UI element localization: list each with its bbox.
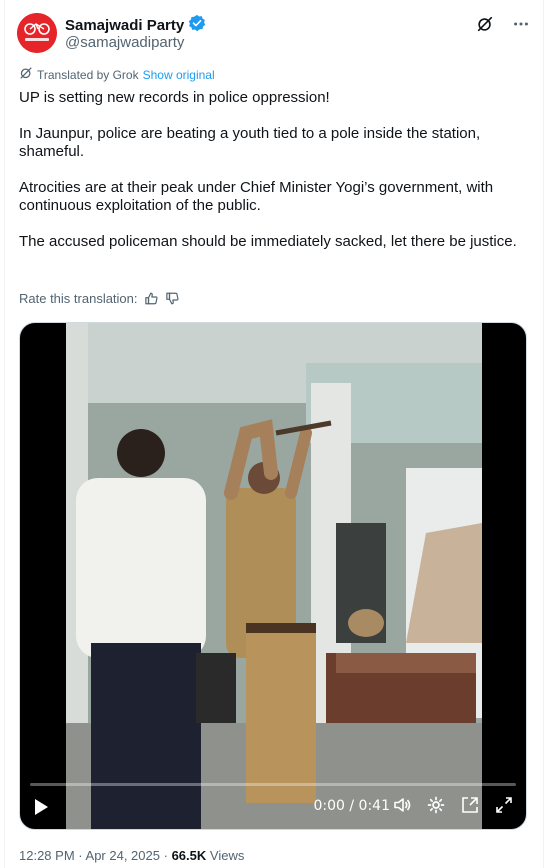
fullscreen-icon[interactable] [494,795,514,815]
video-controls: 0:00 / 0:41 [20,785,526,829]
video-player[interactable]: 0:00 / 0:41 [19,322,527,830]
more-options-icon[interactable] [511,14,531,34]
tweet-date[interactable]: Apr 24, 2025 [86,848,160,863]
meta-separator: · [163,848,168,863]
thumbs-down-icon[interactable] [165,291,180,306]
grok-icon[interactable] [475,14,495,34]
video-frame[interactable] [66,323,482,829]
rate-translation: Rate this translation: [19,291,180,306]
tweet-text: UP is setting new records in police oppr… [19,89,519,269]
translated-by-label: Translated by Grok [37,67,139,82]
picture-in-picture-icon[interactable] [460,795,480,815]
tweet-paragraph: UP is setting new records in police oppr… [19,89,330,106]
tweet-time[interactable]: 12:28 PM [19,848,75,863]
video-time: 0:00 / 0:41 [313,798,391,814]
thumbs-up-icon[interactable] [144,291,159,306]
views-count: 66.5K [171,848,207,863]
grok-translate-icon [19,66,33,83]
tweet-paragraph: The accused policeman should be immediat… [19,233,517,250]
settings-gear-icon[interactable] [426,795,446,815]
tweet-card: Samajwadi Party @samajwadiparty Translat… [4,0,544,868]
author-handle[interactable]: @samajwadiparty [65,34,184,51]
meta-separator: · [78,848,83,863]
verified-badge-icon [188,14,206,37]
tweet-paragraph: Atrocities are at their peak under Chief… [19,179,494,214]
tweet-paragraph: In Jaunpur, police are beating a youth t… [19,125,481,160]
tweet-header: Samajwadi Party @samajwadiparty [17,12,531,56]
tweet-meta: 12:28 PM · Apr 24, 2025 · 66.5K Views [19,848,244,863]
rate-translation-label: Rate this translation: [19,291,138,306]
volume-icon[interactable] [392,795,412,815]
author-name[interactable]: Samajwadi Party [65,17,184,34]
show-original-link[interactable]: Show original [143,68,215,82]
views-label: Views [209,848,245,863]
translation-notice: Translated by Grok Show original [19,66,215,83]
avatar[interactable] [17,13,57,53]
play-icon[interactable] [32,797,50,822]
